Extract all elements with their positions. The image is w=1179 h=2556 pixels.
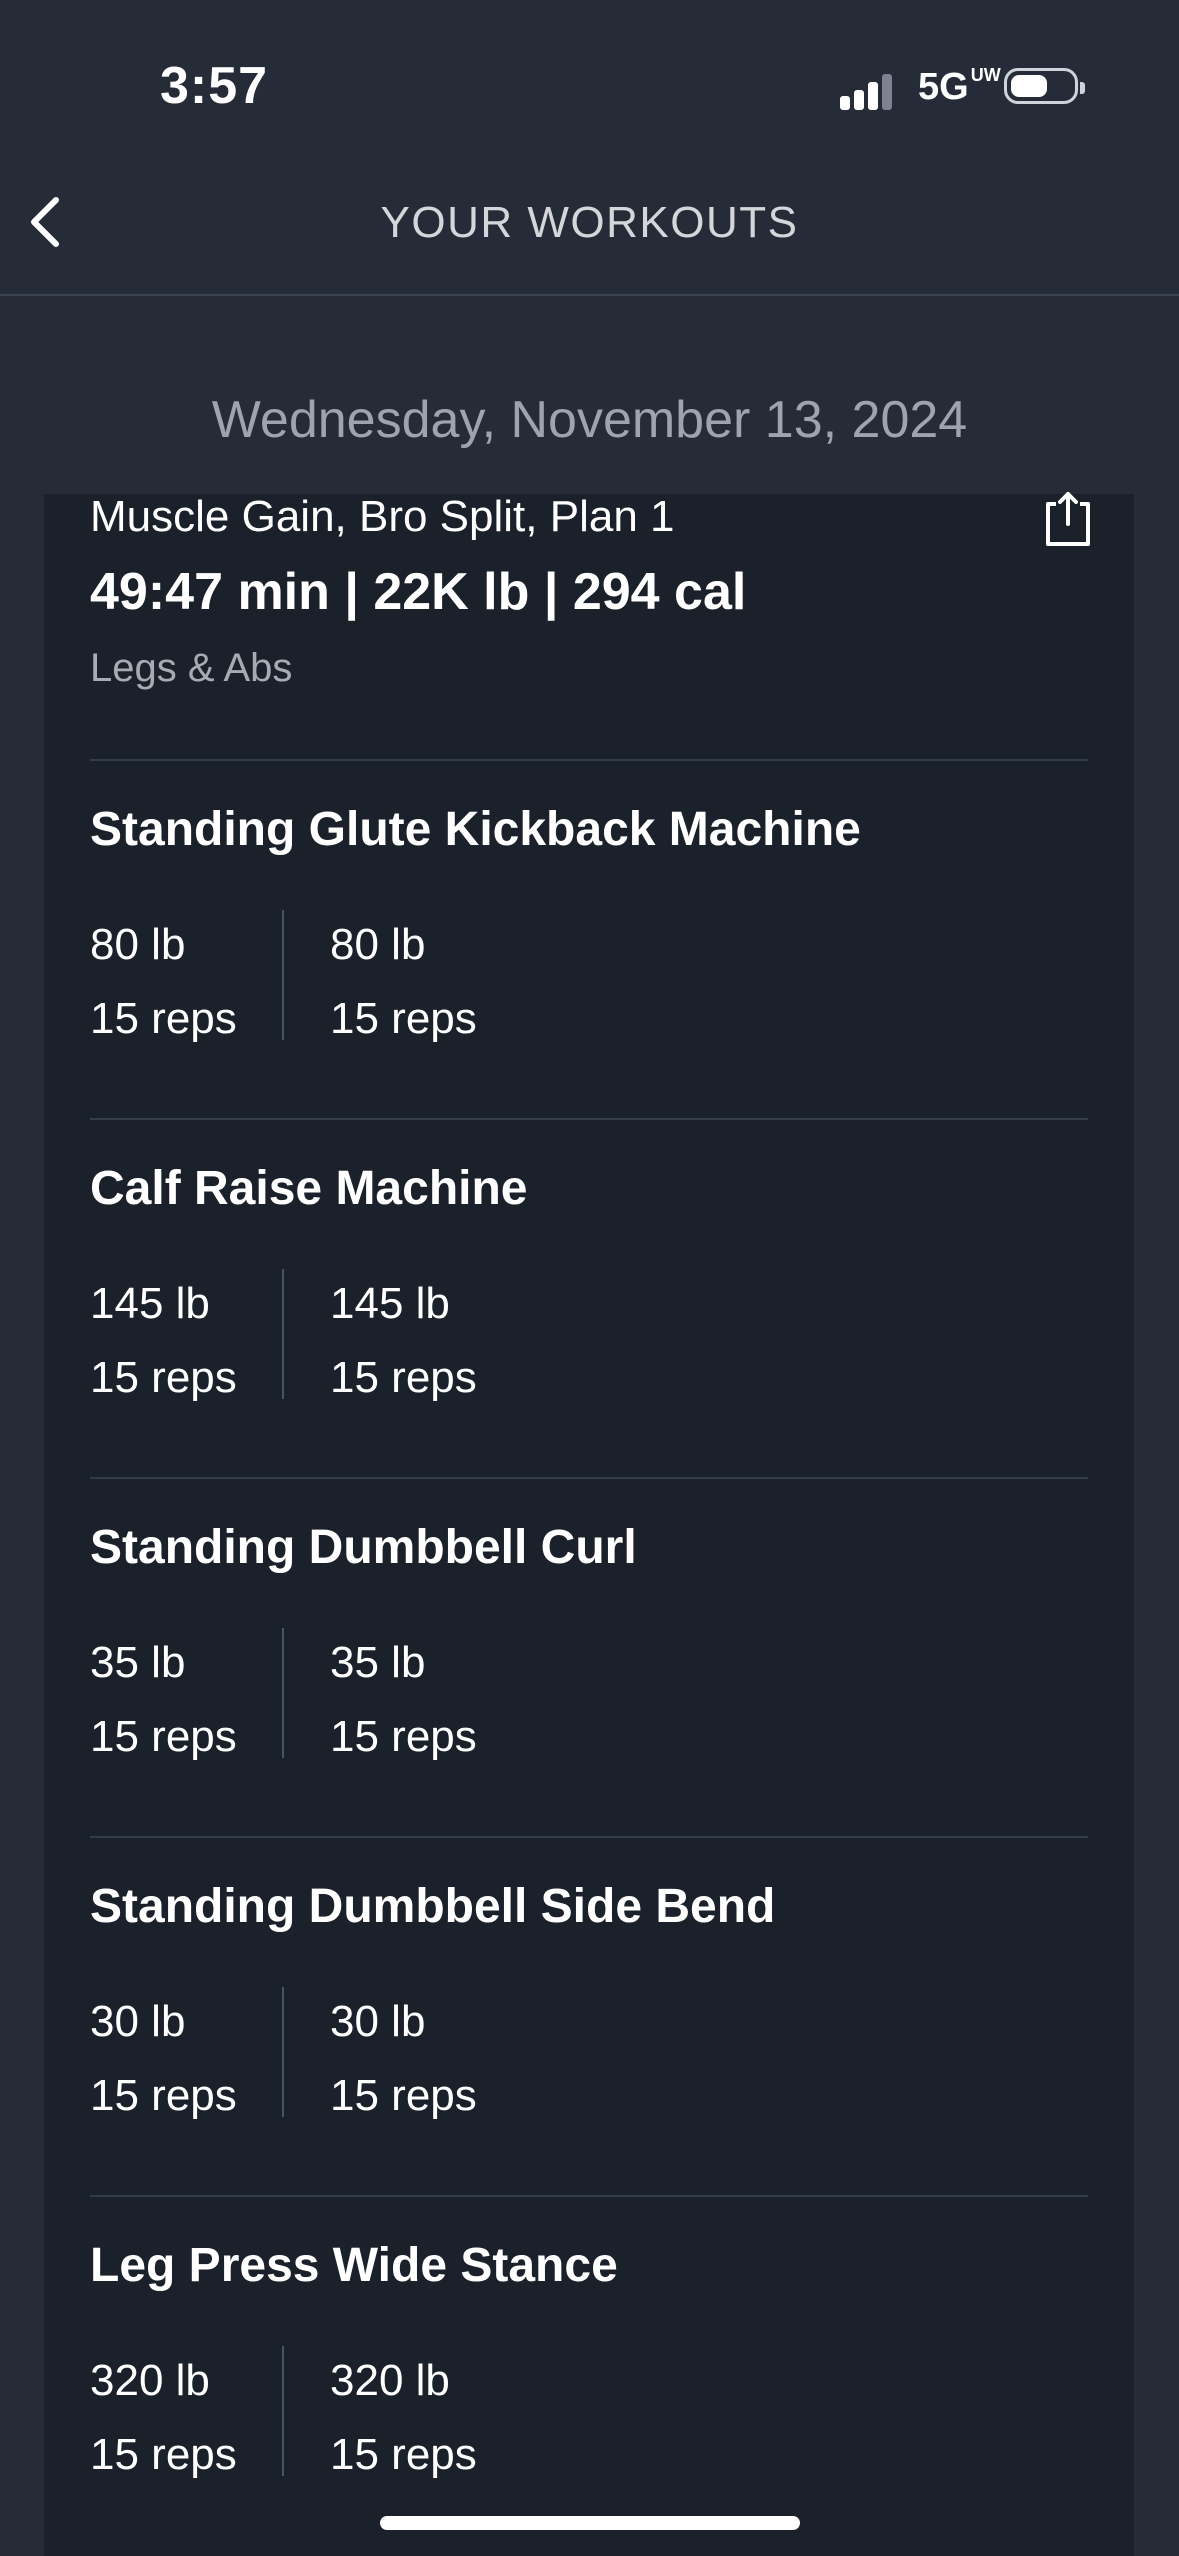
exercise-name: Leg Press Wide Stance [90,2239,618,2292]
set-reps: 15 reps [330,1353,477,1402]
set-reps: 15 reps [90,2430,237,2479]
set-separator [282,1987,284,2117]
set-weight: 35 lb [330,1638,426,1687]
page-title: YOUR WORKOUTS [380,198,799,247]
set-2: 320 lb 15 reps [330,2344,477,2492]
workout-subtitle: Legs & Abs [90,646,293,690]
exercise-name: Standing Dumbbell Curl [90,1521,637,1574]
navigation-bar: YOUR WORKOUTS [0,150,1179,296]
exercise-item[interactable]: Leg Press Wide Stance 320 lb 15 reps 320… [0,2196,1179,2556]
date-header: Wednesday, November 13, 2024 [211,391,968,449]
set-weight: 145 lb [90,1279,210,1328]
set-reps: 15 reps [90,1353,237,1402]
plan-name: Muscle Gain, Bro Split, Plan 1 [90,492,675,541]
exercise-name: Calf Raise Machine [90,1162,528,1215]
set-2: 80 lb 15 reps [330,908,477,1056]
set-2: 35 lb 15 reps [330,1626,477,1774]
set-reps: 15 reps [90,1712,237,1761]
set-weight: 320 lb [90,2356,210,2405]
set-weight: 80 lb [330,920,426,969]
set-1: 35 lb 15 reps [90,1626,237,1774]
exercise-item[interactable]: Calf Raise Machine 145 lb 15 reps 145 lb… [0,1119,1179,1479]
set-weight: 320 lb [330,2356,450,2405]
set-separator [282,1269,284,1399]
set-separator [282,1628,284,1758]
share-icon[interactable] [1040,490,1096,550]
set-1: 30 lb 15 reps [90,1985,237,2133]
set-reps: 15 reps [330,2071,477,2120]
set-reps: 15 reps [330,994,477,1043]
set-weight: 80 lb [90,920,186,969]
exercise-name: Standing Glute Kickback Machine [90,803,861,856]
exercise-name: Standing Dumbbell Side Bend [90,1880,776,1933]
set-2: 30 lb 15 reps [330,1985,477,2133]
exercise-item[interactable]: Standing Dumbbell Side Bend 30 lb 15 rep… [0,1837,1179,2197]
signal-strength-icon [840,70,900,110]
set-1: 145 lb 15 reps [90,1267,237,1415]
exercise-item[interactable]: Standing Dumbbell Curl 35 lb 15 reps 35 … [0,1478,1179,1838]
set-reps: 15 reps [330,1712,477,1761]
set-separator [282,910,284,1040]
set-weight: 30 lb [330,1997,426,2046]
set-weight: 145 lb [330,1279,450,1328]
set-reps: 15 reps [90,994,237,1043]
set-1: 320 lb 15 reps [90,2344,237,2492]
network-superscript: UW [970,65,1001,85]
home-indicator[interactable] [380,2516,800,2530]
exercise-item[interactable]: Standing Glute Kickback Machine 80 lb 15… [0,760,1179,1120]
workout-summary: 49:47 min | 22K lb | 294 cal [90,563,747,621]
set-1: 80 lb 15 reps [90,908,237,1056]
set-reps: 15 reps [90,2071,237,2120]
set-2: 145 lb 15 reps [330,1267,477,1415]
status-bar: 3:57 5G UW [0,0,1179,150]
set-weight: 30 lb [90,1997,186,2046]
set-weight: 35 lb [90,1638,186,1687]
status-time: 3:57 [160,57,269,115]
set-reps: 15 reps [330,2430,477,2479]
network-indicator: 5G UW [918,65,1001,108]
battery-icon [1004,68,1085,104]
set-separator [282,2346,284,2476]
